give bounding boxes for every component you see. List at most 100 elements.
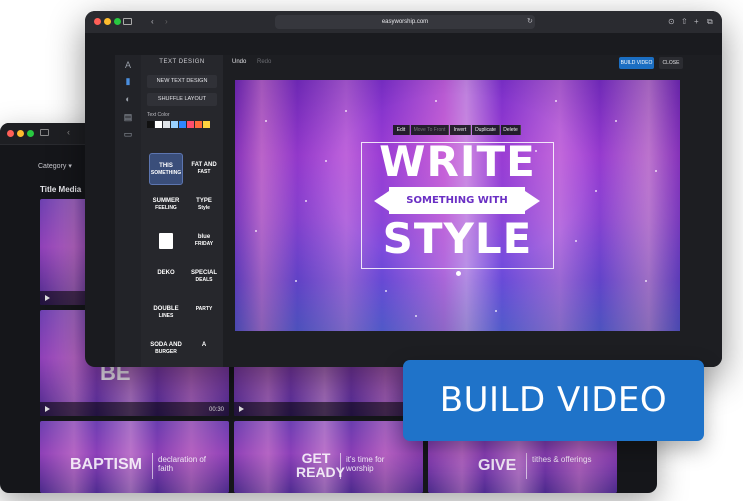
- color-swatch[interactable]: [155, 121, 162, 128]
- play-icon[interactable]: [45, 295, 50, 301]
- preset-line-2: SOMETHING: [150, 170, 182, 176]
- palette-icon[interactable]: ◐: [122, 93, 134, 105]
- sparkle: [615, 120, 617, 122]
- preset-line-1: blue: [197, 234, 211, 240]
- shuffle-layout-button[interactable]: SHUFFLE LAYOUT: [147, 93, 217, 106]
- color-swatch[interactable]: [163, 121, 170, 128]
- context-menu-item[interactable]: Edit: [393, 125, 410, 135]
- build-video-button[interactable]: BUILD VIDEO: [619, 57, 654, 69]
- maximize-dot[interactable]: [27, 130, 34, 137]
- color-swatch[interactable]: [147, 121, 154, 128]
- play-icon[interactable]: [45, 406, 50, 412]
- minimize-dot[interactable]: [17, 130, 24, 137]
- panel-title: TEXT DESIGN: [159, 59, 205, 65]
- text-design-preset[interactable]: DOUBLE LINES: [149, 297, 183, 329]
- media-thumbnail[interactable]: GET READY it's time for worship: [234, 421, 423, 493]
- preset-line-1: DOUBLE: [153, 306, 179, 312]
- tabs-overview-icon[interactable]: ⧉: [707, 17, 713, 27]
- new-tab-icon[interactable]: +: [694, 17, 699, 27]
- image-icon[interactable]: ▭: [122, 128, 134, 140]
- context-menu-item[interactable]: Invert: [450, 125, 471, 135]
- share-icon[interactable]: ⇧: [681, 17, 688, 27]
- text-tool-icon[interactable]: A: [122, 59, 134, 71]
- thumb-duration: 00:30: [208, 407, 224, 413]
- build-video-cta-button[interactable]: BUILD VIDEO: [403, 360, 704, 441]
- preset-line-1: THIS: [159, 163, 173, 169]
- text-design-preset[interactable]: blue FRIDAY: [187, 225, 221, 257]
- sidebar-toggle-icon[interactable]: [123, 18, 132, 25]
- sparkle: [325, 160, 327, 162]
- thumb-title: GET READY: [296, 450, 346, 480]
- close-dot[interactable]: [7, 130, 14, 137]
- thumb-title: GIVE: [478, 457, 517, 474]
- color-swatch[interactable]: [195, 121, 202, 128]
- preset-line-1: FAT AND: [191, 162, 217, 168]
- color-swatch[interactable]: [203, 121, 210, 128]
- sidebar-toggle-icon[interactable]: [40, 129, 49, 136]
- preset-line-1: SUMMER: [152, 198, 180, 204]
- forward-arrow-icon[interactable]: ›: [165, 17, 168, 27]
- text-design-preset[interactable]: SUMMER FEELING: [149, 189, 183, 221]
- text-color-label: Text Color: [147, 112, 170, 118]
- maximize-dot[interactable]: [114, 18, 121, 25]
- context-menu-item[interactable]: Move To Front: [411, 125, 449, 135]
- title-ribbon-text[interactable]: SOMETHING WITH: [389, 187, 525, 214]
- preset-line-1: TYPE: [196, 198, 212, 204]
- color-swatch[interactable]: [187, 121, 194, 128]
- text-design-panel: TEXT DESIGN NEW TEXT DESIGN SHUFFLE LAYO…: [141, 55, 223, 367]
- sparkle: [265, 120, 267, 122]
- minimize-dot[interactable]: [104, 18, 111, 25]
- preset-line-2: FEELING: [155, 205, 177, 211]
- title-bottom-text[interactable]: STYLE: [365, 217, 550, 261]
- section-label: Title Media: [40, 185, 82, 194]
- sparkle: [645, 280, 647, 282]
- thumb-subtitle: it's time for worship: [346, 455, 385, 473]
- text-design-preset[interactable]: PARTY: [187, 297, 221, 329]
- preset-line-1: A: [201, 342, 207, 348]
- text-design-preset[interactable]: A: [187, 333, 221, 365]
- media-thumbnail[interactable]: BAPTISM declaration of faith: [40, 421, 229, 493]
- address-bar[interactable]: easyworship.com: [275, 15, 535, 29]
- context-menu-item[interactable]: Delete: [501, 125, 521, 135]
- sparkle: [595, 190, 597, 192]
- text-design-preset[interactable]: THIS SOMETHING: [149, 153, 183, 185]
- sparkle: [435, 100, 437, 102]
- sparkle: [345, 110, 347, 112]
- tool-rail: A ▮ ◐ ▤ ▭: [115, 55, 141, 367]
- bookmark-icon[interactable]: ▮: [122, 75, 134, 87]
- back-arrow-icon[interactable]: ‹: [67, 127, 70, 137]
- color-swatch[interactable]: [171, 121, 178, 128]
- text-design-preset[interactable]: [149, 225, 183, 257]
- design-canvas[interactable]: Edit Move To Front Invert Duplicate Delete W…: [235, 80, 680, 331]
- text-design-preset[interactable]: FAT AND FAST: [187, 153, 221, 185]
- preset-line-2: Style: [198, 205, 210, 211]
- download-icon[interactable]: ⊙: [668, 17, 675, 27]
- play-icon[interactable]: [239, 406, 244, 412]
- new-text-design-button[interactable]: NEW TEXT DESIGN: [147, 75, 217, 88]
- back-arrow-icon[interactable]: ‹: [151, 17, 154, 27]
- color-swatch[interactable]: [179, 121, 186, 128]
- text-design-preset[interactable]: DEKO: [149, 261, 183, 293]
- sparkle: [555, 100, 557, 102]
- layers-icon[interactable]: ▤: [122, 111, 134, 123]
- text-design-preset[interactable]: SPECIAL DEALS: [187, 261, 221, 293]
- ribbon-left-tail: [374, 191, 389, 211]
- sparkle: [415, 315, 417, 317]
- title-top-text[interactable]: WRITE: [365, 140, 550, 184]
- text-design-preset[interactable]: TYPE Style: [187, 189, 221, 221]
- undo-button[interactable]: Undo: [232, 59, 246, 65]
- close-button[interactable]: CLOSE: [659, 57, 683, 69]
- preset-line-1: SPECIAL: [190, 270, 217, 276]
- ribbon-right-tail: [525, 191, 540, 211]
- text-design-preset[interactable]: SODA AND BURGER: [149, 333, 183, 365]
- category-dropdown[interactable]: Category ▾: [38, 162, 72, 170]
- sparkle: [495, 310, 497, 312]
- close-dot[interactable]: [94, 18, 101, 25]
- context-menu-item[interactable]: Duplicate: [472, 125, 500, 135]
- rotate-handle[interactable]: [456, 271, 461, 276]
- sparkle: [385, 290, 387, 292]
- preset-badge-icon: [159, 233, 173, 249]
- redo-button[interactable]: Redo: [257, 59, 271, 65]
- reload-icon[interactable]: ↻: [527, 17, 533, 27]
- thumb-title: BAPTISM: [70, 456, 142, 473]
